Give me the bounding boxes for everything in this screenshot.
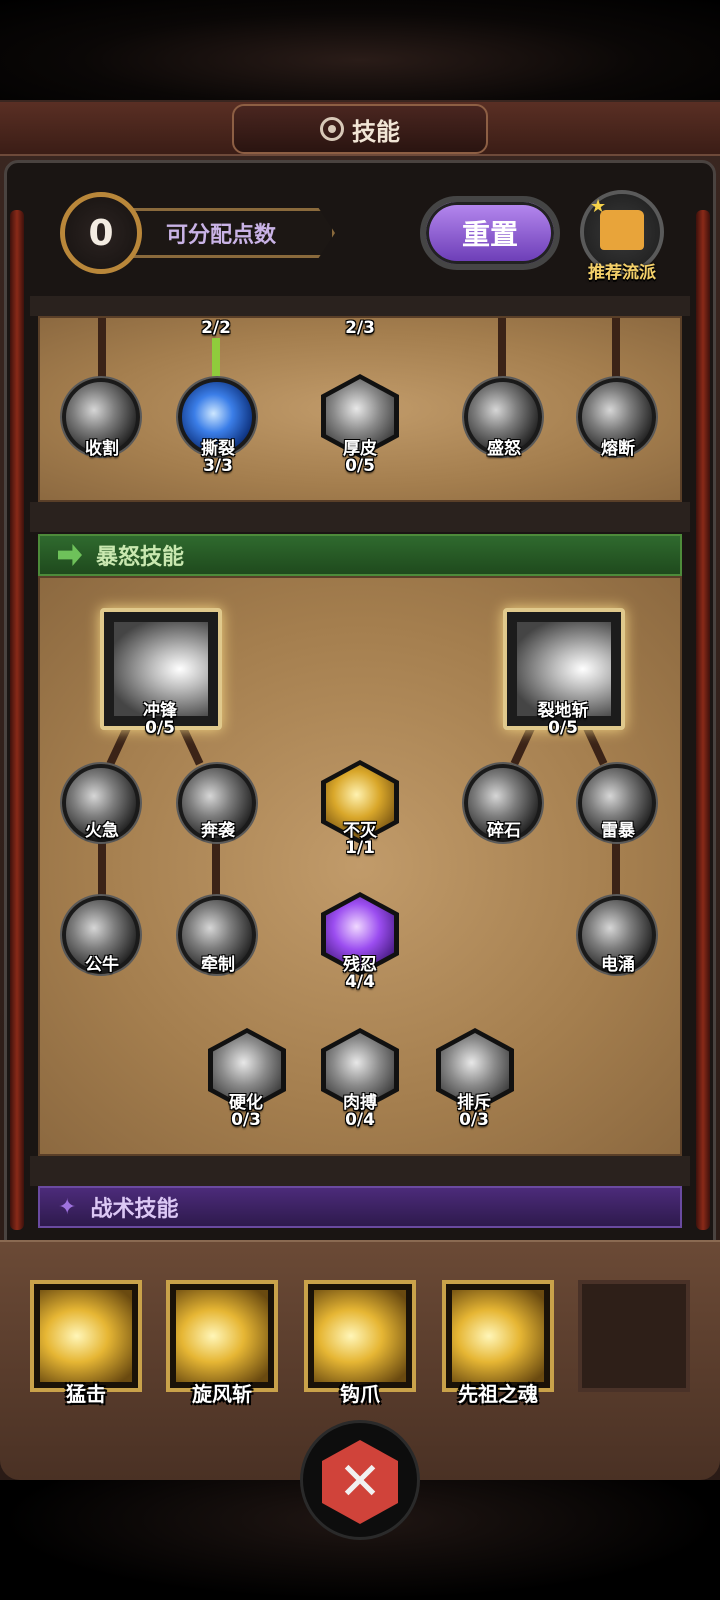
tactic-section-title: 战术技能 bbox=[90, 1197, 179, 1222]
skill-level: 2/2 bbox=[201, 318, 231, 338]
tree-connector bbox=[612, 318, 620, 378]
reset-button[interactable]: 重置 bbox=[420, 196, 560, 270]
star-icon: ✦ bbox=[58, 1194, 77, 1220]
tree-connector bbox=[612, 840, 620, 900]
skill-level: 0/3 bbox=[459, 1110, 489, 1130]
rage-section-header[interactable]: 暴怒技能 bbox=[38, 534, 682, 576]
panel-divider bbox=[30, 296, 690, 316]
recommend-build-label: 推荐流派 bbox=[588, 263, 656, 283]
tactic-slot-empty[interactable] bbox=[578, 1280, 690, 1392]
star-icon: ★ bbox=[590, 196, 607, 217]
skill-name: 牵制 bbox=[201, 955, 235, 975]
tactic-skill-name: 旋风斩 bbox=[192, 1382, 252, 1406]
hook-icon bbox=[314, 1290, 406, 1382]
tactic-slot-hook[interactable] bbox=[304, 1280, 416, 1392]
tactic-skill-name: 钩爪 bbox=[340, 1382, 380, 1406]
skill-name: 电涌 bbox=[601, 955, 635, 975]
left-rail bbox=[10, 210, 24, 1230]
panel-divider bbox=[30, 1156, 690, 1186]
whirlwind-icon bbox=[176, 1290, 268, 1382]
top-ornament bbox=[0, 0, 720, 110]
right-rail bbox=[696, 210, 710, 1230]
page-title: 技能 bbox=[352, 117, 400, 146]
skill-name: 碎石 bbox=[487, 821, 521, 841]
tactic-slot-slam[interactable] bbox=[30, 1280, 142, 1392]
skill-level: 1/1 bbox=[345, 838, 375, 858]
tactic-section-header[interactable]: ✦ 战术技能 bbox=[38, 1186, 682, 1228]
skill-level: 0/5 bbox=[345, 456, 375, 476]
title-plate: 技能 bbox=[232, 104, 488, 154]
skill-level: 2/3 bbox=[345, 318, 375, 338]
tree-connector bbox=[98, 318, 106, 378]
skill-name: 盛怒 bbox=[487, 439, 521, 459]
ancestor-spirit-icon bbox=[452, 1290, 544, 1382]
tree-connector bbox=[212, 840, 220, 900]
available-points-label: 可分配点数 bbox=[130, 208, 335, 258]
tactic-skill-name: 猛击 bbox=[66, 1382, 106, 1406]
boot-icon bbox=[58, 544, 82, 566]
tree-connector bbox=[498, 318, 506, 378]
skill-name: 熔断 bbox=[601, 439, 635, 459]
tree-connector-learned bbox=[212, 338, 220, 378]
slam-icon bbox=[40, 1290, 132, 1382]
skill-name: 收割 bbox=[85, 439, 119, 459]
skill-name: 火急 bbox=[85, 821, 119, 841]
available-points-count: 0 bbox=[60, 192, 142, 274]
tactic-slot-whirlwind[interactable] bbox=[166, 1280, 278, 1392]
tree-connector bbox=[98, 840, 106, 900]
gear-icon bbox=[320, 117, 344, 141]
skill-level: 3/3 bbox=[203, 456, 233, 476]
rage-section-title: 暴怒技能 bbox=[96, 545, 185, 570]
panel-divider bbox=[30, 502, 690, 532]
skill-level: 0/4 bbox=[345, 1110, 375, 1130]
skill-level: 0/3 bbox=[231, 1110, 261, 1130]
skill-level: 0/5 bbox=[548, 718, 578, 738]
tactic-skill-name: 先祖之魂 bbox=[458, 1382, 538, 1406]
skill-name: 雷暴 bbox=[601, 821, 635, 841]
skill-name: 奔袭 bbox=[201, 821, 235, 841]
skill-name: 公牛 bbox=[85, 955, 119, 975]
skill-level: 0/5 bbox=[145, 718, 175, 738]
thumbs-up-icon bbox=[600, 210, 644, 250]
skill-level: 4/4 bbox=[345, 972, 375, 992]
tactic-slot-ancestor-spirit[interactable] bbox=[442, 1280, 554, 1392]
